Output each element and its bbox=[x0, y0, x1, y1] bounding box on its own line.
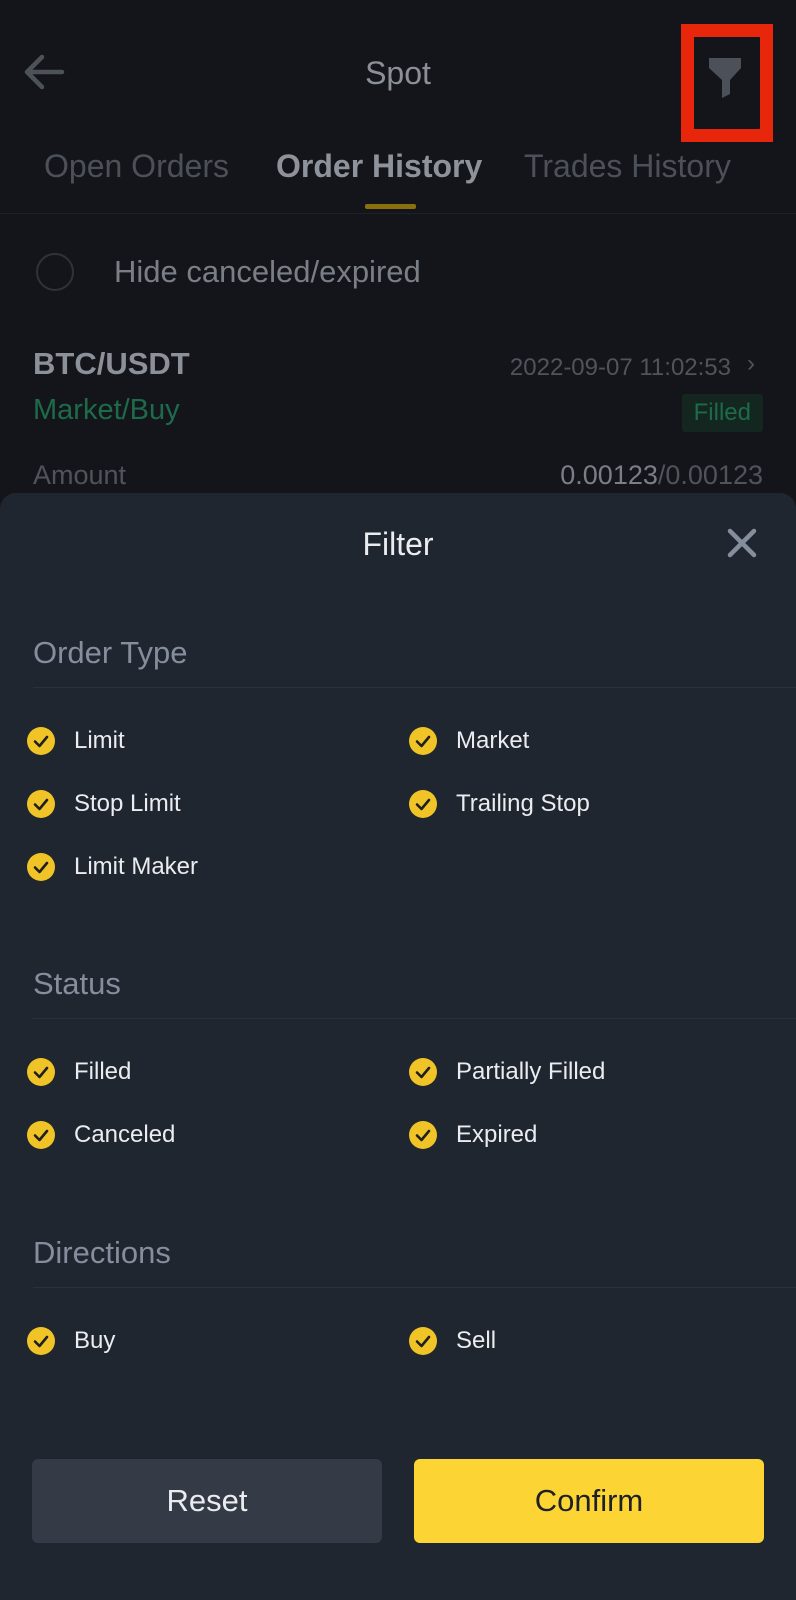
check-circle-icon bbox=[27, 1327, 55, 1355]
top-bar: Spot bbox=[0, 0, 796, 142]
hide-canceled-toggle[interactable]: Hide canceled/expired bbox=[36, 252, 421, 292]
page-title: Spot bbox=[365, 55, 431, 91]
check-circle-icon bbox=[409, 727, 437, 755]
order-time: 2022-09-07 11:02:53 bbox=[509, 354, 731, 381]
option-label: Canceled bbox=[74, 1121, 176, 1148]
chevron-right-icon: › bbox=[747, 350, 755, 377]
option-label: Market bbox=[456, 727, 530, 754]
option-label: Partially Filled bbox=[456, 1058, 606, 1085]
option-label: Limit Maker bbox=[74, 853, 199, 880]
option-label: Sell bbox=[456, 1327, 497, 1354]
divider bbox=[33, 1287, 796, 1288]
amount-filled: 0.00123 bbox=[560, 460, 658, 490]
check-circle-icon bbox=[27, 1058, 55, 1086]
close-button[interactable] bbox=[722, 523, 762, 563]
option-trailing-stop[interactable]: Trailing Stop bbox=[408, 787, 590, 821]
divider bbox=[33, 687, 796, 688]
active-tab-indicator bbox=[365, 204, 416, 209]
check-circle-icon bbox=[27, 727, 55, 755]
option-filled[interactable]: Filled bbox=[26, 1055, 131, 1089]
check-circle-icon bbox=[409, 790, 437, 818]
option-buy[interactable]: Buy bbox=[26, 1324, 115, 1358]
filter-button[interactable] bbox=[700, 50, 750, 110]
option-sell[interactable]: Sell bbox=[408, 1324, 496, 1358]
confirm-button[interactable]: Confirm bbox=[414, 1459, 764, 1543]
status-badge: Filled bbox=[681, 394, 763, 432]
option-canceled[interactable]: Canceled bbox=[26, 1118, 175, 1152]
option-stop-limit[interactable]: Stop Limit bbox=[26, 787, 181, 821]
option-label: Filled bbox=[74, 1058, 132, 1085]
tab-open-orders[interactable]: Open Orders bbox=[44, 148, 229, 185]
close-icon bbox=[727, 528, 757, 558]
radio-circle-icon[interactable] bbox=[36, 253, 74, 291]
option-limit[interactable]: Limit bbox=[26, 724, 125, 758]
option-label: Buy bbox=[74, 1327, 116, 1354]
amount-label: Amount bbox=[33, 460, 127, 490]
check-circle-icon bbox=[27, 853, 55, 881]
divider bbox=[33, 1018, 796, 1019]
order-type: Market/Buy bbox=[33, 394, 180, 426]
tab-order-history[interactable]: Order History bbox=[276, 148, 482, 185]
option-label: Expired bbox=[456, 1121, 538, 1148]
option-market[interactable]: Market bbox=[408, 724, 529, 758]
option-label: Stop Limit bbox=[74, 790, 181, 817]
filter-sheet: Filter Order Type Limit Market Stop Limi… bbox=[0, 493, 796, 1600]
section-title-order-type: Order Type bbox=[33, 635, 188, 670]
order-pair: BTC/USDT bbox=[33, 346, 190, 381]
funnel-icon bbox=[709, 58, 741, 98]
option-partially-filled[interactable]: Partially Filled bbox=[408, 1055, 605, 1089]
check-circle-icon bbox=[409, 1121, 437, 1149]
amount-total: 0.00123 bbox=[665, 460, 763, 490]
option-limit-maker[interactable]: Limit Maker bbox=[26, 850, 198, 884]
check-circle-icon bbox=[27, 790, 55, 818]
reset-button[interactable]: Reset bbox=[32, 1459, 382, 1543]
amount-value: 0.00123/0.00123 bbox=[560, 460, 763, 491]
hide-canceled-label: Hide canceled/expired bbox=[114, 254, 421, 289]
check-circle-icon bbox=[27, 1121, 55, 1149]
option-expired[interactable]: Expired bbox=[408, 1118, 537, 1152]
tab-bar: Open Orders Order History Trades History bbox=[0, 140, 796, 214]
sheet-title: Filter bbox=[362, 526, 434, 562]
section-title-directions: Directions bbox=[33, 1235, 171, 1270]
option-label: Trailing Stop bbox=[456, 790, 590, 817]
option-label: Limit bbox=[74, 727, 125, 754]
tab-trades-history[interactable]: Trades History bbox=[524, 148, 731, 185]
check-circle-icon bbox=[409, 1058, 437, 1086]
section-title-status: Status bbox=[33, 966, 121, 1001]
check-circle-icon bbox=[409, 1327, 437, 1355]
